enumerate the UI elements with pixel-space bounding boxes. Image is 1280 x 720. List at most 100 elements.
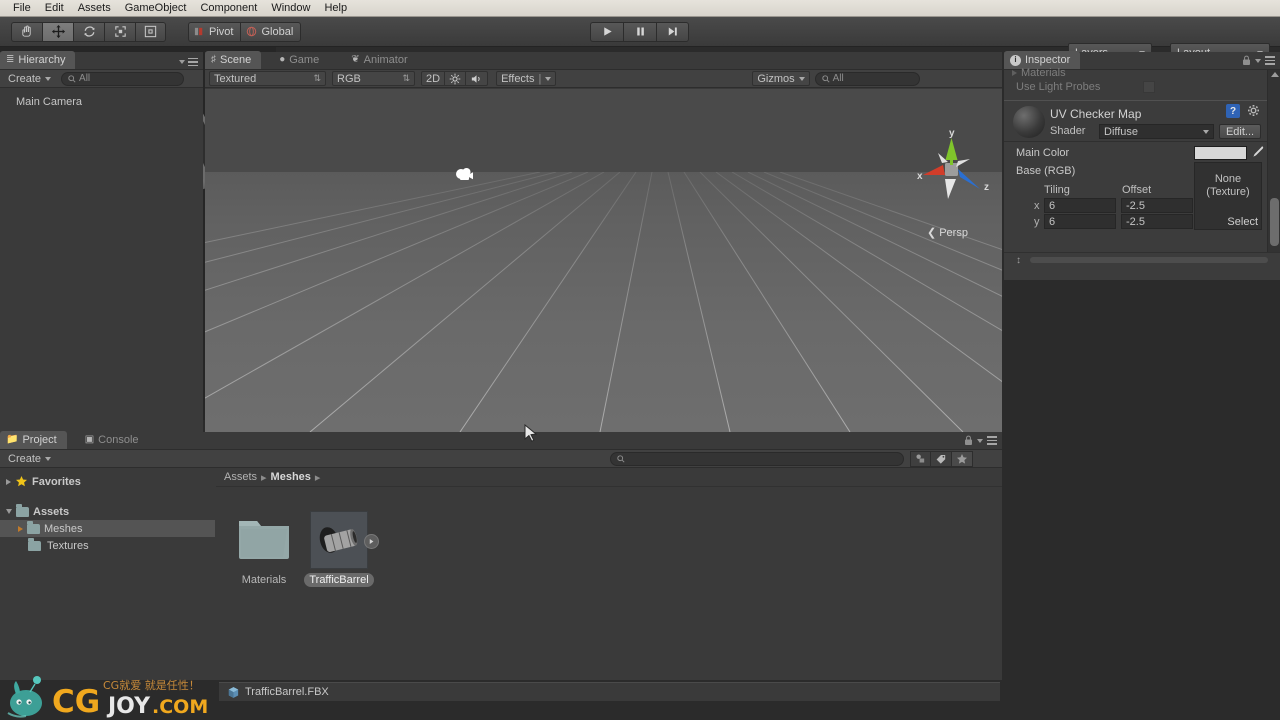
pivot-toggle-button[interactable]: Pivot bbox=[188, 21, 241, 42]
use-light-probes-checkbox[interactable] bbox=[1143, 81, 1155, 93]
project-search-input[interactable] bbox=[610, 451, 905, 466]
selected-asset-status[interactable]: TrafficBarrel.FBX bbox=[219, 682, 1000, 701]
eyedropper-icon[interactable] bbox=[1250, 144, 1266, 160]
inspector-scroll-thumb[interactable] bbox=[1270, 198, 1279, 246]
hierarchy-search-text: All bbox=[79, 73, 91, 84]
offset-x-input[interactable]: -2.5 bbox=[1121, 198, 1193, 213]
project-header-controls[interactable] bbox=[964, 435, 997, 446]
menu-item-edit[interactable]: Edit bbox=[38, 0, 71, 16]
play-icon bbox=[369, 539, 374, 544]
shader-edit-button[interactable]: Edit... bbox=[1219, 124, 1261, 139]
pivot-icon bbox=[194, 27, 203, 36]
offset-y-input[interactable]: -2.5 bbox=[1121, 214, 1193, 229]
step-button[interactable] bbox=[656, 21, 689, 42]
perspective-grid bbox=[205, 172, 1002, 432]
hierarchy-panel: ≣ Hierarchy Create All Main Camera bbox=[0, 51, 203, 432]
rotate-tool-button[interactable] bbox=[73, 21, 104, 42]
scene-color-mode-dropdown[interactable]: RGB ⇅ bbox=[332, 71, 415, 86]
star-icon bbox=[16, 476, 27, 487]
pause-button[interactable] bbox=[623, 21, 656, 42]
gear-icon[interactable] bbox=[1247, 104, 1261, 118]
scene-2d-toggle[interactable]: 2D bbox=[421, 71, 446, 86]
tree-row-assets[interactable]: Assets bbox=[0, 503, 215, 520]
inspector-footer bbox=[1004, 266, 1280, 280]
tab-game[interactable]: ● Game bbox=[273, 51, 329, 69]
play-button[interactable] bbox=[590, 21, 623, 42]
texture-select-button[interactable]: Select bbox=[1227, 216, 1258, 228]
project-create-button[interactable]: Create bbox=[4, 451, 55, 466]
hierarchy-create-button[interactable]: Create bbox=[4, 71, 55, 86]
inspector-hscroll-area: ↕ bbox=[1004, 252, 1280, 266]
folder-icon bbox=[16, 503, 29, 517]
breadcrumb-meshes[interactable]: Meshes bbox=[271, 471, 311, 483]
inspector-hscroll-thumb[interactable] bbox=[1030, 257, 1268, 263]
logo-dotcom-text: .COM bbox=[152, 696, 208, 718]
scene-projection-toggle[interactable]: ❮ Persp bbox=[927, 226, 968, 240]
resize-handle-icon[interactable]: ↕ bbox=[1016, 255, 1021, 266]
tiling-x-input[interactable]: 6 bbox=[1044, 198, 1116, 213]
tab-project[interactable]: 📁 Project bbox=[0, 431, 67, 449]
favorite-filter-icon[interactable] bbox=[952, 450, 974, 467]
hierarchy-item-main-camera[interactable]: Main Camera bbox=[0, 94, 203, 110]
menu-item-file[interactable]: File bbox=[6, 0, 38, 16]
menu-item-window[interactable]: Window bbox=[264, 0, 317, 16]
scene-viewport[interactable]: x y z ❮ Persp bbox=[205, 89, 1002, 432]
lock-icon[interactable] bbox=[964, 435, 973, 446]
materials-foldout[interactable]: Materials bbox=[1012, 67, 1066, 79]
asset-preview-play-button[interactable] bbox=[364, 534, 379, 549]
object-filter-icon[interactable] bbox=[910, 450, 932, 467]
tab-scene[interactable]: ♯ Scene bbox=[205, 51, 262, 69]
asset-label-trafficbarrel: TrafficBarrel bbox=[304, 573, 374, 587]
console-icon: ▣ bbox=[84, 434, 95, 445]
global-toggle-button[interactable]: Global bbox=[240, 21, 302, 42]
tab-animator[interactable]: ❦ Animator bbox=[345, 51, 417, 69]
menu-item-help[interactable]: Help bbox=[317, 0, 354, 16]
main-camera-gizmo-icon[interactable] bbox=[454, 166, 476, 184]
tree-row-favorites[interactable]: Favorites bbox=[0, 473, 215, 490]
tab-hierarchy[interactable]: ≣ Hierarchy bbox=[0, 51, 76, 69]
hierarchy-tab-strip: ≣ Hierarchy bbox=[0, 51, 203, 70]
rect-transform-tool-button[interactable] bbox=[135, 21, 166, 42]
hierarchy-tab-label: Hierarchy bbox=[18, 54, 66, 66]
hierarchy-search-input[interactable]: All bbox=[61, 71, 185, 86]
shader-dropdown[interactable]: Diffuse bbox=[1099, 124, 1214, 139]
chevron-right-icon[interactable] bbox=[18, 525, 23, 532]
globe-icon bbox=[247, 26, 257, 37]
scene-audio-toggle[interactable] bbox=[466, 71, 489, 86]
label-filter-icon[interactable] bbox=[931, 450, 953, 467]
scene-axis-gizmo[interactable]: x y z bbox=[908, 127, 998, 207]
hand-tool-button[interactable] bbox=[11, 21, 42, 42]
asset-item-trafficbarrel[interactable]: TrafficBarrel bbox=[302, 511, 379, 587]
scroll-up-arrow-icon[interactable] bbox=[1271, 72, 1279, 77]
scene-effects-dropdown[interactable]: Effects | bbox=[496, 71, 557, 86]
folder-icon bbox=[239, 521, 289, 559]
scene-search-input[interactable]: All bbox=[814, 71, 920, 86]
scene-draw-mode-dropdown[interactable]: Textured ⇅ bbox=[209, 71, 326, 86]
menu-item-assets[interactable]: Assets bbox=[71, 0, 118, 16]
help-icon[interactable]: ? bbox=[1226, 104, 1240, 118]
tiling-y-input[interactable]: 6 bbox=[1044, 214, 1116, 229]
tree-row-meshes[interactable]: Meshes bbox=[0, 520, 215, 537]
tab-console[interactable]: ▣ Console bbox=[79, 431, 149, 449]
scale-tool-button[interactable] bbox=[104, 21, 135, 42]
inspector-header-controls[interactable] bbox=[1242, 55, 1275, 66]
texture-slot[interactable]: None (Texture) Select bbox=[1194, 162, 1262, 230]
scene-gizmos-dropdown[interactable]: Gizmos bbox=[752, 71, 810, 86]
chevron-right-icon[interactable] bbox=[6, 478, 11, 485]
scene-lighting-toggle[interactable] bbox=[445, 71, 467, 86]
create-label: Create bbox=[8, 72, 42, 85]
main-color-swatch[interactable] bbox=[1194, 146, 1247, 160]
inspector-scrollbar[interactable] bbox=[1267, 70, 1280, 275]
chevron-down-icon[interactable] bbox=[6, 509, 12, 514]
chevron-left-icon: ❮ bbox=[927, 227, 937, 239]
tree-row-textures[interactable]: Textures bbox=[0, 537, 215, 554]
menu-item-gameobject[interactable]: GameObject bbox=[118, 0, 194, 16]
audio-icon bbox=[471, 74, 480, 83]
lock-icon[interactable] bbox=[1242, 55, 1251, 66]
asset-item-materials[interactable]: Materials bbox=[227, 511, 301, 587]
breadcrumb-assets[interactable]: Assets bbox=[224, 471, 257, 483]
hierarchy-options-button[interactable] bbox=[179, 57, 198, 66]
folder-icon: 📁 bbox=[6, 434, 19, 445]
move-tool-button[interactable] bbox=[42, 21, 73, 42]
menu-item-component[interactable]: Component bbox=[193, 0, 264, 16]
